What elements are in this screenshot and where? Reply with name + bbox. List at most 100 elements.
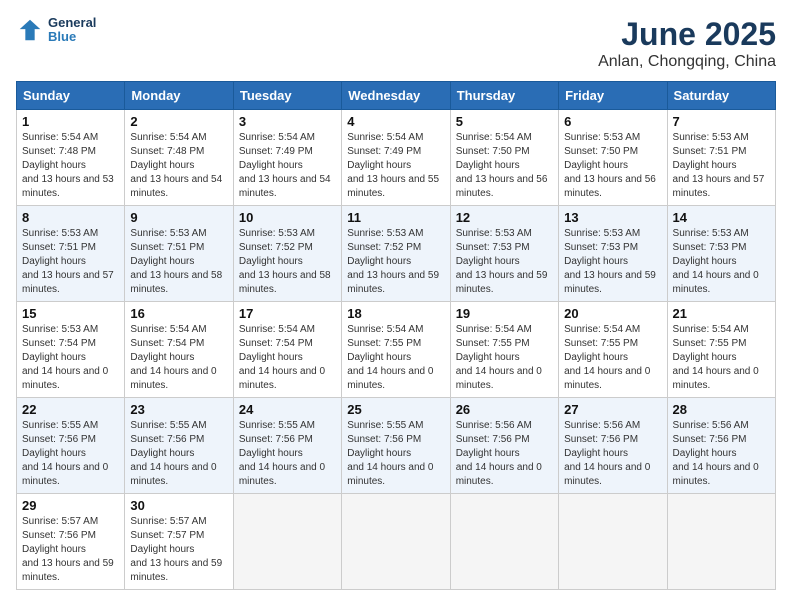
day-info: Sunrise: 5:53 AMSunset: 7:52 PMDaylight … — [239, 227, 336, 297]
calendar-week-1: 1 Sunrise: 5:54 AMSunset: 7:48 PMDayligh… — [17, 110, 776, 206]
day-info: Sunrise: 5:54 AMSunset: 7:54 PMDaylight … — [239, 323, 336, 393]
calendar-day: 26 Sunrise: 5:56 AMSunset: 7:56 PMDaylig… — [450, 398, 558, 494]
calendar-day: 17 Sunrise: 5:54 AMSunset: 7:54 PMDaylig… — [233, 302, 341, 398]
calendar-day: 30 Sunrise: 5:57 AMSunset: 7:57 PMDaylig… — [125, 494, 233, 590]
day-number: 30 — [130, 498, 227, 513]
col-header-saturday: Saturday — [667, 82, 775, 110]
col-header-tuesday: Tuesday — [233, 82, 341, 110]
day-number: 14 — [673, 210, 770, 225]
day-number: 27 — [564, 402, 661, 417]
day-number: 5 — [456, 114, 553, 129]
calendar-day: 8 Sunrise: 5:53 AMSunset: 7:51 PMDayligh… — [17, 206, 125, 302]
day-number: 19 — [456, 306, 553, 321]
day-info: Sunrise: 5:54 AMSunset: 7:49 PMDaylight … — [347, 131, 444, 201]
page-header: General Blue June 2025 Anlan, Chongqing,… — [16, 16, 776, 71]
day-info: Sunrise: 5:55 AMSunset: 7:56 PMDaylight … — [239, 419, 336, 489]
day-info: Sunrise: 5:53 AMSunset: 7:51 PMDaylight … — [673, 131, 770, 201]
calendar-day: 7 Sunrise: 5:53 AMSunset: 7:51 PMDayligh… — [667, 110, 775, 206]
calendar-day — [342, 494, 450, 590]
calendar-table: SundayMondayTuesdayWednesdayThursdayFrid… — [16, 81, 776, 590]
calendar-day: 22 Sunrise: 5:55 AMSunset: 7:56 PMDaylig… — [17, 398, 125, 494]
day-info: Sunrise: 5:55 AMSunset: 7:56 PMDaylight … — [347, 419, 444, 489]
calendar-title: June 2025 — [598, 16, 776, 53]
day-info: Sunrise: 5:53 AMSunset: 7:51 PMDaylight … — [130, 227, 227, 297]
calendar-day: 3 Sunrise: 5:54 AMSunset: 7:49 PMDayligh… — [233, 110, 341, 206]
title-block: June 2025 Anlan, Chongqing, China — [598, 16, 776, 71]
col-header-thursday: Thursday — [450, 82, 558, 110]
calendar-week-3: 15 Sunrise: 5:53 AMSunset: 7:54 PMDaylig… — [17, 302, 776, 398]
day-info: Sunrise: 5:54 AMSunset: 7:55 PMDaylight … — [564, 323, 661, 393]
day-info: Sunrise: 5:56 AMSunset: 7:56 PMDaylight … — [564, 419, 661, 489]
day-number: 26 — [456, 402, 553, 417]
day-info: Sunrise: 5:57 AMSunset: 7:56 PMDaylight … — [22, 515, 119, 585]
col-header-friday: Friday — [559, 82, 667, 110]
calendar-day: 11 Sunrise: 5:53 AMSunset: 7:52 PMDaylig… — [342, 206, 450, 302]
col-header-monday: Monday — [125, 82, 233, 110]
calendar-day: 21 Sunrise: 5:54 AMSunset: 7:55 PMDaylig… — [667, 302, 775, 398]
day-info: Sunrise: 5:54 AMSunset: 7:48 PMDaylight … — [22, 131, 119, 201]
day-number: 9 — [130, 210, 227, 225]
logo-line1: General — [48, 16, 96, 30]
calendar-day: 25 Sunrise: 5:55 AMSunset: 7:56 PMDaylig… — [342, 398, 450, 494]
day-number: 28 — [673, 402, 770, 417]
calendar-day: 10 Sunrise: 5:53 AMSunset: 7:52 PMDaylig… — [233, 206, 341, 302]
logo-line2: Blue — [48, 30, 96, 44]
day-number: 7 — [673, 114, 770, 129]
calendar-day — [667, 494, 775, 590]
day-info: Sunrise: 5:55 AMSunset: 7:56 PMDaylight … — [130, 419, 227, 489]
logo-icon — [16, 16, 44, 44]
day-info: Sunrise: 5:56 AMSunset: 7:56 PMDaylight … — [673, 419, 770, 489]
day-info: Sunrise: 5:54 AMSunset: 7:54 PMDaylight … — [130, 323, 227, 393]
day-number: 29 — [22, 498, 119, 513]
calendar-day: 2 Sunrise: 5:54 AMSunset: 7:48 PMDayligh… — [125, 110, 233, 206]
day-number: 21 — [673, 306, 770, 321]
day-number: 17 — [239, 306, 336, 321]
calendar-day: 29 Sunrise: 5:57 AMSunset: 7:56 PMDaylig… — [17, 494, 125, 590]
day-number: 12 — [456, 210, 553, 225]
calendar-subtitle: Anlan, Chongqing, China — [598, 53, 776, 71]
calendar-day: 24 Sunrise: 5:55 AMSunset: 7:56 PMDaylig… — [233, 398, 341, 494]
calendar-day: 16 Sunrise: 5:54 AMSunset: 7:54 PMDaylig… — [125, 302, 233, 398]
day-info: Sunrise: 5:53 AMSunset: 7:52 PMDaylight … — [347, 227, 444, 297]
day-info: Sunrise: 5:54 AMSunset: 7:55 PMDaylight … — [347, 323, 444, 393]
calendar-day: 5 Sunrise: 5:54 AMSunset: 7:50 PMDayligh… — [450, 110, 558, 206]
day-info: Sunrise: 5:53 AMSunset: 7:51 PMDaylight … — [22, 227, 119, 297]
calendar-header-row: SundayMondayTuesdayWednesdayThursdayFrid… — [17, 82, 776, 110]
day-info: Sunrise: 5:53 AMSunset: 7:53 PMDaylight … — [673, 227, 770, 297]
day-info: Sunrise: 5:53 AMSunset: 7:53 PMDaylight … — [456, 227, 553, 297]
day-number: 20 — [564, 306, 661, 321]
calendar-day: 20 Sunrise: 5:54 AMSunset: 7:55 PMDaylig… — [559, 302, 667, 398]
day-number: 8 — [22, 210, 119, 225]
day-number: 11 — [347, 210, 444, 225]
day-number: 10 — [239, 210, 336, 225]
day-number: 16 — [130, 306, 227, 321]
day-info: Sunrise: 5:57 AMSunset: 7:57 PMDaylight … — [130, 515, 227, 585]
calendar-day: 14 Sunrise: 5:53 AMSunset: 7:53 PMDaylig… — [667, 206, 775, 302]
calendar-day — [233, 494, 341, 590]
calendar-week-5: 29 Sunrise: 5:57 AMSunset: 7:56 PMDaylig… — [17, 494, 776, 590]
day-number: 25 — [347, 402, 444, 417]
calendar-day: 15 Sunrise: 5:53 AMSunset: 7:54 PMDaylig… — [17, 302, 125, 398]
day-info: Sunrise: 5:54 AMSunset: 7:50 PMDaylight … — [456, 131, 553, 201]
day-number: 1 — [22, 114, 119, 129]
day-info: Sunrise: 5:54 AMSunset: 7:55 PMDaylight … — [673, 323, 770, 393]
day-info: Sunrise: 5:56 AMSunset: 7:56 PMDaylight … — [456, 419, 553, 489]
calendar-day: 1 Sunrise: 5:54 AMSunset: 7:48 PMDayligh… — [17, 110, 125, 206]
col-header-sunday: Sunday — [17, 82, 125, 110]
logo-text: General Blue — [48, 16, 96, 45]
calendar-day: 6 Sunrise: 5:53 AMSunset: 7:50 PMDayligh… — [559, 110, 667, 206]
calendar-week-2: 8 Sunrise: 5:53 AMSunset: 7:51 PMDayligh… — [17, 206, 776, 302]
calendar-day: 4 Sunrise: 5:54 AMSunset: 7:49 PMDayligh… — [342, 110, 450, 206]
calendar-day — [559, 494, 667, 590]
day-info: Sunrise: 5:53 AMSunset: 7:53 PMDaylight … — [564, 227, 661, 297]
calendar-day: 13 Sunrise: 5:53 AMSunset: 7:53 PMDaylig… — [559, 206, 667, 302]
day-number: 22 — [22, 402, 119, 417]
day-number: 13 — [564, 210, 661, 225]
calendar-day — [450, 494, 558, 590]
day-info: Sunrise: 5:54 AMSunset: 7:55 PMDaylight … — [456, 323, 553, 393]
logo: General Blue — [16, 16, 96, 45]
day-info: Sunrise: 5:53 AMSunset: 7:54 PMDaylight … — [22, 323, 119, 393]
day-info: Sunrise: 5:53 AMSunset: 7:50 PMDaylight … — [564, 131, 661, 201]
calendar-day: 27 Sunrise: 5:56 AMSunset: 7:56 PMDaylig… — [559, 398, 667, 494]
calendar-day: 23 Sunrise: 5:55 AMSunset: 7:56 PMDaylig… — [125, 398, 233, 494]
